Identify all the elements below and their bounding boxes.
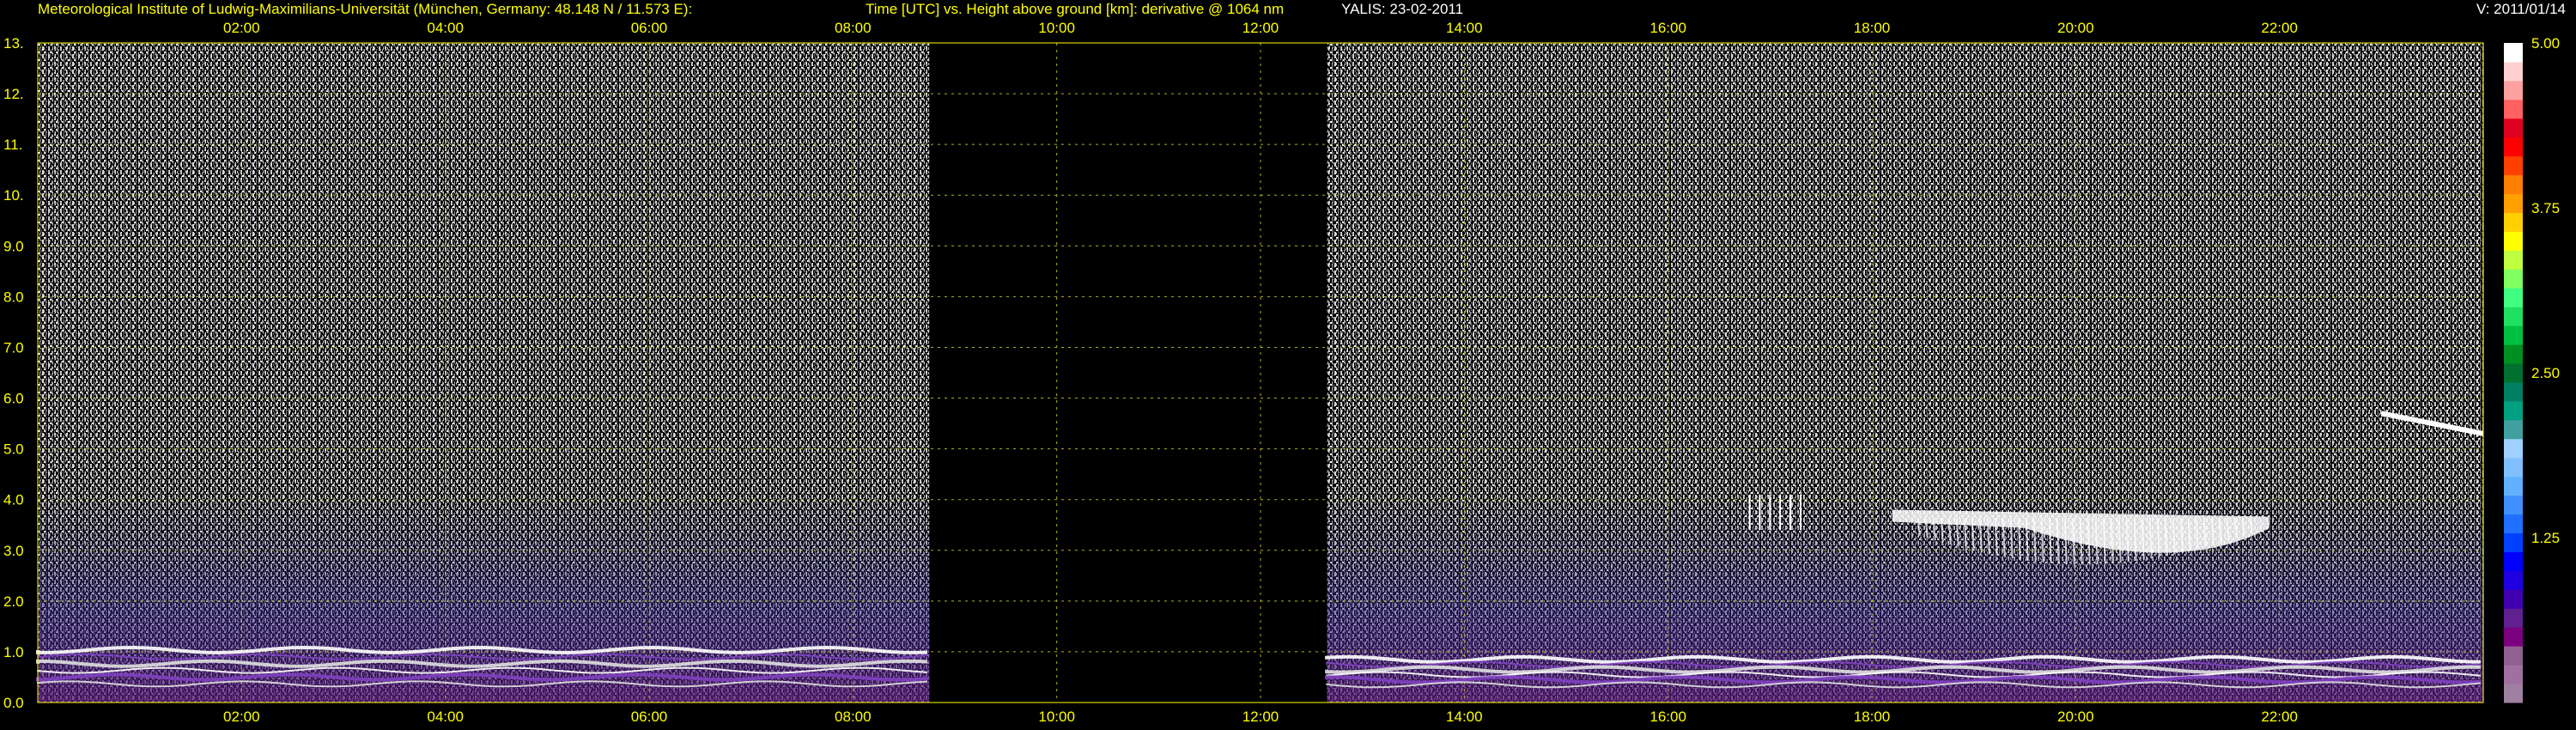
colorbar-swatch [2504, 80, 2523, 100]
x-tick-label-top: 14:00 [1446, 20, 1483, 36]
x-tick-label-top: 16:00 [1649, 20, 1686, 36]
colorbar: 1.25 2.50 3.75 5.00 [2504, 35, 2560, 703]
colorbar-swatch [2504, 570, 2523, 590]
data-gap [929, 43, 1327, 703]
colorbar-swatch [2504, 476, 2523, 496]
y-tick-label: 3.0 [3, 543, 24, 559]
colorbar-swatch [2504, 457, 2523, 478]
x-tick-label-bottom: 16:00 [1649, 709, 1686, 725]
colorbar-swatch [2504, 43, 2523, 63]
x-tick-label-top: 22:00 [2261, 20, 2298, 36]
y-tick-label: 4.0 [3, 492, 24, 508]
colorbar-swatch [2504, 155, 2523, 176]
colorbar-swatch [2504, 551, 2523, 571]
colorbar-swatch [2504, 137, 2523, 157]
x-tick-label-top: 06:00 [631, 20, 668, 36]
x-tick-label-top: 10:00 [1038, 20, 1075, 36]
aerosol-layer-tint [38, 489, 930, 703]
y-tick-label: 5.0 [3, 441, 24, 458]
colorbar-swatch [2504, 212, 2523, 232]
colorbar-swatch [2504, 400, 2523, 421]
x-tick-label-top: 04:00 [427, 20, 464, 36]
x-tick-label-bottom: 02:00 [223, 709, 260, 725]
x-tick-label-bottom: 20:00 [2057, 709, 2094, 725]
colorbar-swatch [2504, 608, 2523, 628]
x-tick-label-top: 20:00 [2057, 20, 2094, 36]
x-tick-label-bottom: 18:00 [1854, 709, 1891, 725]
colorbar-swatch [2504, 344, 2523, 364]
y-tick-label: 7.0 [3, 339, 24, 356]
colorbar-tick-label: 2.50 [2531, 365, 2560, 381]
lidar-time-height-chart: 02:00 02:00 04:00 04:00 06:00 06:00 08:00 08:00… [3, 20, 2560, 725]
y-tick-label: 9.0 [3, 238, 24, 254]
y-tick-label: 11. [3, 137, 22, 153]
colorbar-swatch [2504, 381, 2523, 402]
colorbar-swatch [2504, 684, 2523, 703]
colorbar-swatch [2504, 99, 2523, 119]
x-tick-label-bottom: 10:00 [1038, 709, 1075, 725]
x-tick-label-bottom: 12:00 [1242, 709, 1279, 725]
colorbar-swatch [2504, 269, 2523, 289]
colorbar-swatch [2504, 307, 2523, 326]
x-tick-label-bottom: 14:00 [1446, 709, 1483, 725]
x-tick-label-bottom: 06:00 [631, 709, 668, 725]
colorbar-tick-label: 5.00 [2531, 35, 2560, 52]
colorbar-swatch [2504, 514, 2523, 534]
colorbar-swatch [2504, 174, 2523, 195]
colorbar-swatch [2504, 61, 2523, 82]
colorbar-swatch [2504, 438, 2523, 459]
colorbar-swatch [2504, 193, 2523, 213]
colorbar-swatch [2504, 250, 2523, 270]
colorbar-swatch [2504, 288, 2523, 307]
colorbar-swatch [2504, 419, 2523, 440]
x-tick-label-bottom: 08:00 [835, 709, 872, 725]
colorbar-swatch [2504, 231, 2523, 251]
colorbar-swatch [2504, 646, 2523, 666]
colorbar-swatch [2504, 665, 2523, 684]
colorbar-swatch [2504, 627, 2523, 647]
colorbar-swatch [2504, 363, 2523, 383]
y-tick-label: 6.0 [3, 391, 24, 407]
y-tick-label: 2.0 [3, 593, 24, 610]
x-tick-label-top: 12:00 [1242, 20, 1279, 36]
y-tick-label: 13. [3, 35, 24, 52]
colorbar-swatch [2504, 589, 2523, 609]
y-tick-label: 12. [3, 86, 24, 102]
x-tick-label-top: 18:00 [1854, 20, 1891, 36]
y-tick-label: 1.0 [3, 644, 24, 660]
colorbar-swatch [2504, 495, 2523, 515]
colorbar-swatch [2504, 532, 2523, 552]
colorbar-tick-label: 1.25 [2531, 530, 2560, 546]
x-tick-label-bottom: 04:00 [427, 709, 464, 725]
x-tick-label-top: 08:00 [835, 20, 872, 36]
x-tick-label-top: 02:00 [223, 20, 260, 36]
colorbar-tick-label: 3.75 [2531, 200, 2560, 216]
colorbar-swatch [2504, 325, 2523, 345]
y-tick-label: 0.0 [3, 695, 24, 711]
x-tick-label-bottom: 22:00 [2261, 709, 2298, 725]
y-tick-label: 8.0 [3, 289, 24, 305]
colorbar-swatch [2504, 118, 2523, 138]
y-tick-label: 10. [3, 187, 24, 204]
